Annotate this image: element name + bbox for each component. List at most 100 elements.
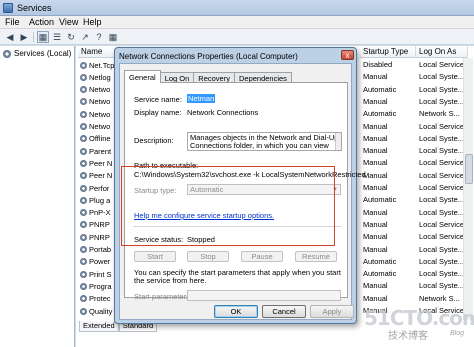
general-tab-panel: Service name: Netman Display name: Netwo… bbox=[124, 82, 366, 301]
path-label: Path to executable: bbox=[134, 161, 199, 170]
close-icon[interactable]: x bbox=[341, 50, 354, 60]
table-row[interactable]: Protec bbox=[80, 293, 111, 305]
service-name-cell: Netlog bbox=[89, 72, 111, 82]
table-row[interactable]: Offline bbox=[80, 133, 111, 145]
table-row[interactable]: Peer N bbox=[80, 170, 112, 182]
display-name-value[interactable]: Network Connections bbox=[187, 108, 258, 117]
services-gear-icon bbox=[3, 3, 13, 13]
table-row[interactable]: Progra bbox=[80, 280, 112, 292]
service-name-cell: Protec bbox=[89, 294, 111, 304]
service-name-cell: Peer N bbox=[89, 158, 113, 168]
window-titlebar: Services bbox=[0, 0, 474, 16]
gear-icon bbox=[80, 307, 87, 315]
menu-help[interactable]: Help bbox=[83, 17, 102, 27]
gear-icon bbox=[80, 147, 87, 155]
startup-type-cell: Automatic bbox=[363, 109, 397, 119]
stop-button[interactable]: Stop bbox=[187, 251, 229, 262]
service-name-cell: PNRP bbox=[89, 232, 110, 242]
ok-button[interactable]: OK bbox=[214, 305, 258, 318]
description-box[interactable]: Manages objects in the Network and Dial-… bbox=[187, 132, 342, 151]
table-row[interactable]: Netwo bbox=[80, 96, 110, 108]
gear-icon bbox=[80, 135, 87, 143]
service-name-cell: Print S bbox=[89, 269, 112, 279]
tree-item-services-local[interactable]: Services (Local) bbox=[3, 48, 71, 59]
tab-general[interactable]: General bbox=[124, 70, 161, 83]
gear-icon bbox=[80, 233, 87, 241]
startup-type-select[interactable]: Automatic ▼ bbox=[187, 184, 341, 195]
log-on-as-cell: Local Syste... bbox=[419, 207, 465, 217]
log-on-as-cell: Local Service bbox=[419, 183, 465, 192]
startup-type-cell: Manual bbox=[363, 244, 388, 254]
startup-type-cell: Manual bbox=[363, 219, 388, 229]
back-arrow-icon[interactable]: ◀ bbox=[4, 31, 16, 43]
pause-button[interactable]: Pause bbox=[241, 251, 283, 262]
table-row[interactable]: Print S bbox=[80, 268, 112, 280]
menu-view[interactable]: View bbox=[59, 17, 78, 27]
table-row[interactable]: Netlog bbox=[80, 71, 111, 83]
table-row[interactable]: PnP-X bbox=[80, 207, 111, 219]
gear-icon bbox=[80, 270, 87, 278]
startup-type-cell: Manual bbox=[363, 232, 388, 242]
menu-file[interactable]: File bbox=[5, 17, 20, 27]
description-label: Description: bbox=[134, 136, 174, 145]
table-row[interactable]: Portab bbox=[80, 244, 111, 256]
start-params-input[interactable] bbox=[187, 290, 341, 301]
log-on-as-cell: Local Syste... bbox=[419, 84, 465, 94]
forward-arrow-icon[interactable]: ▶ bbox=[18, 31, 30, 43]
gear-icon bbox=[80, 172, 87, 180]
log-on-as-cell: Local Service bbox=[419, 121, 465, 131]
help-configure-link[interactable]: Help me configure service startup option… bbox=[134, 211, 274, 220]
table-row[interactable]: Net.Tcp bbox=[80, 59, 114, 71]
watermark-blog: Blog bbox=[450, 330, 465, 337]
refresh-icon[interactable]: ↻ bbox=[65, 31, 77, 43]
log-on-as-cell: Network S... bbox=[419, 109, 460, 119]
gear-icon bbox=[80, 196, 87, 204]
start-button[interactable]: Start bbox=[134, 251, 176, 262]
service-name-cell: Net.Tcp bbox=[89, 60, 115, 70]
column-header-startup-type[interactable]: Startup Type bbox=[360, 46, 416, 58]
vertical-scrollbar[interactable] bbox=[463, 58, 473, 320]
divider bbox=[133, 226, 341, 227]
menu-action[interactable]: Action bbox=[29, 17, 54, 27]
column-header-log-on-as[interactable]: Log On As bbox=[416, 46, 468, 58]
log-on-as-cell: Local Syste... bbox=[419, 195, 465, 205]
table-row[interactable]: Netwo bbox=[80, 121, 110, 133]
tab-extended[interactable]: Extended bbox=[79, 321, 119, 332]
log-on-as-cell: Local Service bbox=[419, 219, 465, 229]
startup-type-cell: Manual bbox=[363, 121, 388, 131]
table-row[interactable]: Parent bbox=[80, 145, 111, 157]
table-row[interactable]: Quality bbox=[80, 305, 112, 317]
startup-type-cell: Automatic bbox=[363, 84, 397, 94]
gear-icon bbox=[80, 159, 87, 167]
table-row[interactable]: Perfor bbox=[80, 182, 109, 194]
gear-icon bbox=[80, 221, 87, 229]
console-tree-icon[interactable]: ▦ bbox=[37, 31, 49, 43]
dialog-body: General Log On Recovery Dependencies Ser… bbox=[119, 63, 366, 320]
service-name-cell: Portab bbox=[89, 245, 112, 254]
export-icon[interactable]: ↗ bbox=[79, 31, 91, 43]
list-view-icon[interactable]: ☰ bbox=[51, 31, 63, 43]
description-scrollbar[interactable] bbox=[335, 133, 341, 150]
table-row[interactable]: Plug a bbox=[80, 194, 110, 206]
table-row[interactable]: PNRP bbox=[80, 231, 110, 243]
startup-type-cell: Manual bbox=[363, 183, 388, 192]
log-on-as-cell: Local Syste... bbox=[419, 96, 465, 106]
table-row[interactable]: Peer N bbox=[80, 157, 112, 169]
properties-icon[interactable]: ▦ bbox=[107, 31, 119, 43]
scrollbar-thumb[interactable] bbox=[465, 154, 473, 184]
apply-button[interactable]: Apply bbox=[310, 305, 354, 318]
gear-icon bbox=[80, 86, 87, 94]
table-row[interactable]: PNRP bbox=[80, 219, 110, 231]
startup-type-cell: Manual bbox=[363, 96, 388, 106]
service-name-value[interactable]: Netman bbox=[187, 94, 216, 103]
help-icon[interactable]: ? bbox=[93, 31, 105, 43]
log-on-as-cell: Local Syste... bbox=[419, 146, 465, 156]
resume-button[interactable]: Resume bbox=[295, 251, 337, 262]
toolbar-separator bbox=[33, 32, 34, 42]
table-row[interactable]: Netwo bbox=[80, 108, 110, 120]
cancel-button[interactable]: Cancel bbox=[262, 305, 306, 318]
table-row[interactable]: Power bbox=[80, 256, 110, 268]
log-on-as-cell: Local Syste... bbox=[419, 269, 465, 279]
table-row[interactable]: Netwo bbox=[80, 84, 110, 96]
startup-type-cell: Manual bbox=[363, 207, 388, 217]
